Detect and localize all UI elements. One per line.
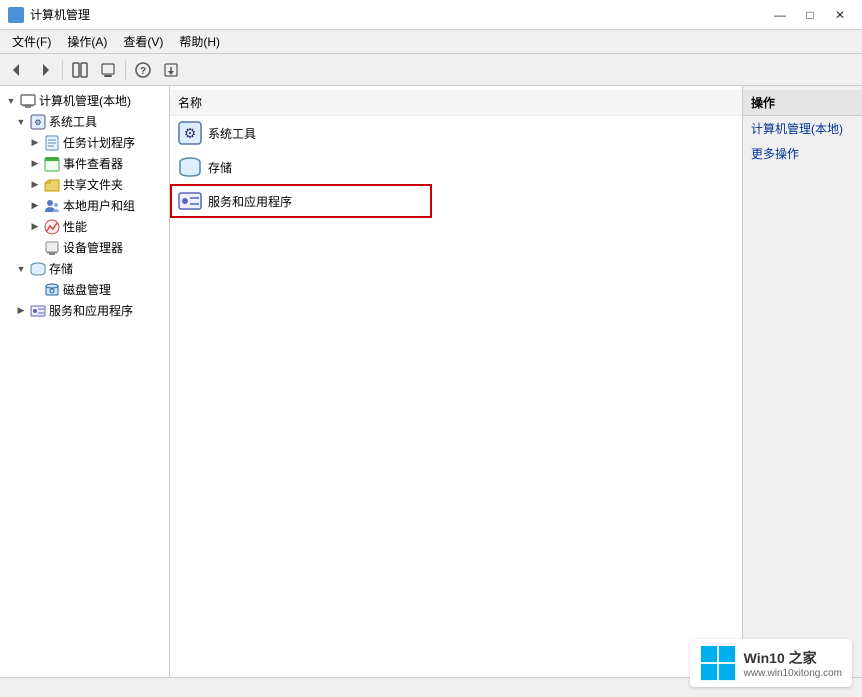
watermark-subtitle: www.win10xitong.com xyxy=(744,668,842,679)
tree-storage-label: 存储 xyxy=(49,260,73,277)
tree-root-label: 计算机管理(本地) xyxy=(39,92,131,109)
svg-text:?: ? xyxy=(140,66,146,77)
tree-event-expand: ▶ xyxy=(28,157,42,171)
title-bar-icon xyxy=(8,7,24,23)
svg-text:⚙: ⚙ xyxy=(184,125,197,141)
right-panel-computer-mgmt[interactable]: 计算机管理(本地) xyxy=(743,116,862,141)
center-tools-icon: ⚙ xyxy=(178,121,202,145)
tree-perf-label: 性能 xyxy=(63,218,87,235)
tools-icon: ⚙ xyxy=(30,114,46,130)
center-item-system-tools[interactable]: ⚙ 系统工具 xyxy=(170,116,742,150)
tree-local-users[interactable]: ▶ 本地用户和组 xyxy=(0,195,169,216)
tree-services-label: 服务和应用程序 xyxy=(49,302,133,319)
tree-root-expand: ▼ xyxy=(4,94,18,108)
storage-icon xyxy=(30,261,46,277)
computer-management-icon xyxy=(20,93,36,109)
tree-system-tools[interactable]: ▼ ⚙ 系统工具 xyxy=(0,111,169,132)
tree-task-scheduler[interactable]: ▶ 任务计划程序 xyxy=(0,132,169,153)
center-tools-label: 系统工具 xyxy=(208,125,256,142)
up-button[interactable] xyxy=(95,57,121,83)
export-button[interactable] xyxy=(158,57,184,83)
maximize-button[interactable]: □ xyxy=(796,3,824,27)
service-icon xyxy=(30,303,46,319)
forward-button[interactable] xyxy=(32,57,58,83)
disk-icon xyxy=(44,282,60,298)
tree-user-label: 本地用户和组 xyxy=(63,197,135,214)
toolbar-divider-2 xyxy=(125,60,126,80)
center-service-icon xyxy=(178,189,202,213)
center-header: 名称 xyxy=(170,90,742,116)
tree-device-manager[interactable]: 设备管理器 xyxy=(0,237,169,258)
title-bar-controls: — □ ✕ xyxy=(766,3,854,27)
tree-perf-expand: ▶ xyxy=(28,220,42,234)
center-item-services[interactable]: 服务和应用程序 xyxy=(170,184,742,218)
tree-performance[interactable]: ▶ 性能 xyxy=(0,216,169,237)
tree-system-tools-label: 系统工具 xyxy=(49,113,97,130)
minimize-button[interactable]: — xyxy=(766,3,794,27)
tree-services-expand: ▶ xyxy=(14,304,28,318)
center-storage-icon xyxy=(178,155,202,179)
tree-disk-label: 磁盘管理 xyxy=(63,281,111,298)
device-icon xyxy=(44,240,60,256)
user-icon xyxy=(44,198,60,214)
center-storage-label: 存储 xyxy=(208,159,232,176)
right-panel: 操作 计算机管理(本地) 更多操作 xyxy=(742,86,862,677)
title-bar-text: 计算机管理 xyxy=(30,6,90,23)
center-services-label: 服务和应用程序 xyxy=(208,193,292,210)
tree-device-expand xyxy=(28,241,42,255)
watermark: Win10 之家 www.win10xitong.com xyxy=(690,639,852,687)
toolbar-divider-1 xyxy=(62,60,63,80)
tree-shared-folders[interactable]: ▶ 共享文件夹 xyxy=(0,174,169,195)
back-button[interactable] xyxy=(4,57,30,83)
tree-storage[interactable]: ▼ 存储 xyxy=(0,258,169,279)
tree-device-label: 设备管理器 xyxy=(63,239,123,256)
center-item-storage[interactable]: 存储 xyxy=(170,150,742,184)
right-panel-more-ops[interactable]: 更多操作 xyxy=(743,141,862,166)
svg-text:⚙: ⚙ xyxy=(34,118,41,127)
share-icon xyxy=(44,177,60,193)
tree-services-apps[interactable]: ▶ 服务和应用程序 xyxy=(0,300,169,321)
title-bar: 计算机管理 — □ ✕ xyxy=(0,0,862,30)
tree-share-expand: ▶ xyxy=(28,178,42,192)
tree-disk-management[interactable]: 磁盘管理 xyxy=(0,279,169,300)
task-icon xyxy=(44,135,60,151)
tree-storage-expand: ▼ xyxy=(14,262,28,276)
watermark-text-area: Win10 之家 www.win10xitong.com xyxy=(744,648,842,679)
left-panel: ▼ 计算机管理(本地) ▼ ⚙ 系统工具 ▶ xyxy=(0,86,170,677)
center-header-text: 名称 xyxy=(178,94,202,111)
tree-event-label: 事件查看器 xyxy=(63,155,123,172)
right-panel-header: 操作 xyxy=(743,90,862,116)
tree-system-tools-expand: ▼ xyxy=(14,115,28,129)
win-logo xyxy=(700,645,736,681)
tree-user-expand: ▶ xyxy=(28,199,42,213)
tree-share-label: 共享文件夹 xyxy=(63,176,123,193)
tree-disk-expand xyxy=(28,283,42,297)
menu-help[interactable]: 帮助(H) xyxy=(171,31,228,52)
close-button[interactable]: ✕ xyxy=(826,3,854,27)
menu-bar: 文件(F) 操作(A) 查看(V) 帮助(H) xyxy=(0,30,862,54)
main-area: ▼ 计算机管理(本地) ▼ ⚙ 系统工具 ▶ xyxy=(0,86,862,677)
tree-event-viewer[interactable]: ▶ 事件查看器 xyxy=(0,153,169,174)
watermark-title: Win10 之家 xyxy=(744,648,842,668)
tree-task-expand: ▶ xyxy=(28,136,42,150)
help-toolbar-button[interactable]: ? xyxy=(130,57,156,83)
menu-action[interactable]: 操作(A) xyxy=(59,31,115,52)
center-panel: 名称 ⚙ 系统工具 存储 xyxy=(170,86,742,677)
event-icon xyxy=(44,156,60,172)
menu-file[interactable]: 文件(F) xyxy=(4,31,59,52)
perf-icon xyxy=(44,219,60,235)
tree-task-label: 任务计划程序 xyxy=(63,134,135,151)
tree-root[interactable]: ▼ 计算机管理(本地) xyxy=(0,90,169,111)
showhide-button[interactable] xyxy=(67,57,93,83)
toolbar: ? xyxy=(0,54,862,86)
menu-view[interactable]: 查看(V) xyxy=(115,31,171,52)
